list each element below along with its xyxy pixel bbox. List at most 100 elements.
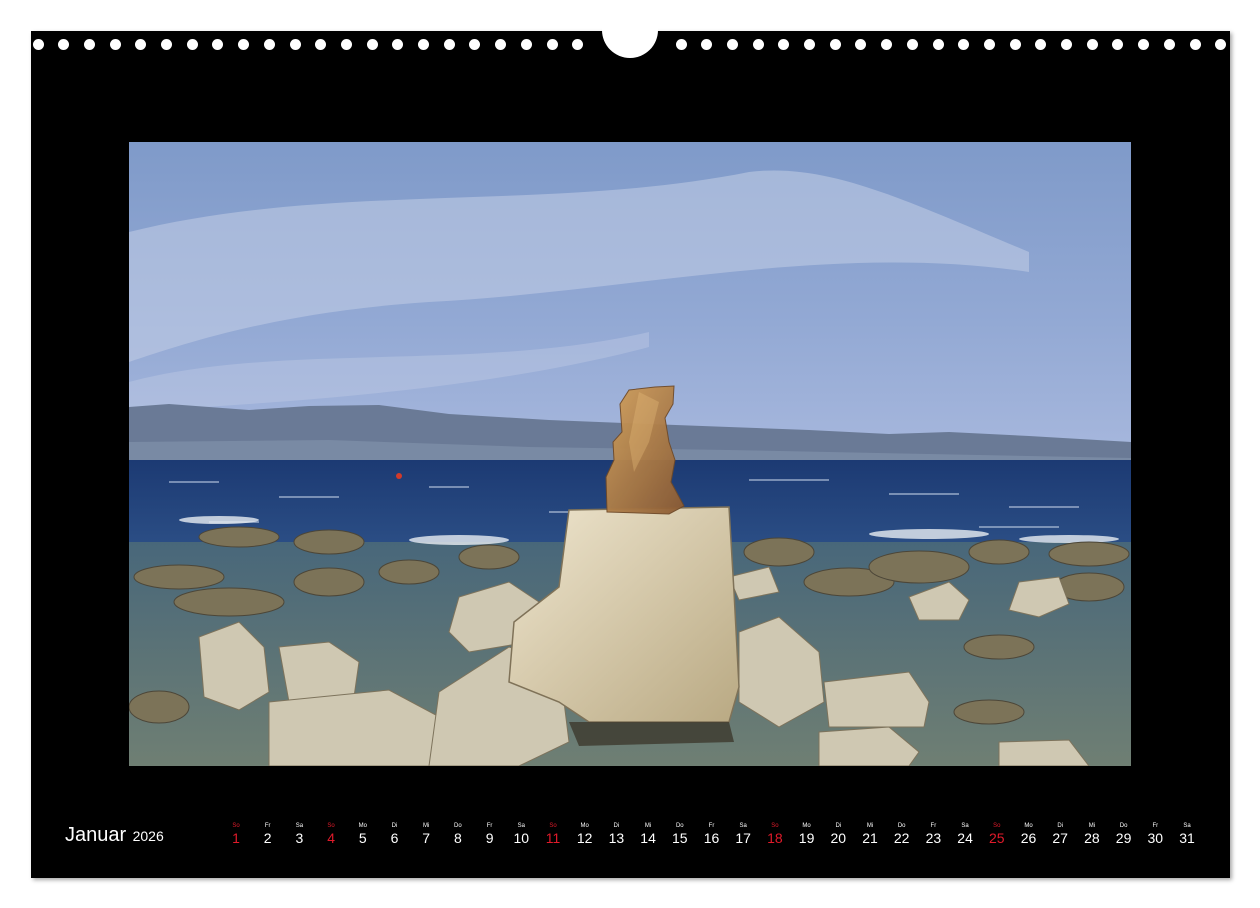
weekday-abbr: So: [327, 823, 335, 829]
hanger-cutout: [602, 28, 658, 58]
weekday-abbr: Di: [1057, 823, 1064, 829]
calendar-day: Mo 12: [570, 822, 600, 846]
day-number: 6: [390, 830, 399, 846]
binding-hole: [572, 39, 584, 50]
day-number: 18: [767, 830, 783, 846]
weekday-abbr: Mi: [423, 823, 430, 829]
calendar-photo: [129, 142, 1131, 766]
day-number: 9: [485, 830, 494, 846]
calendar-day: Mi 14: [633, 822, 663, 846]
weekday-abbr: So: [771, 823, 779, 829]
month-year: 2026: [132, 828, 164, 844]
weekday-abbr: Do: [454, 823, 462, 829]
binding-hole: [1009, 39, 1021, 50]
calendar-day: Fr 30: [1140, 822, 1170, 846]
binding-hole: [340, 39, 352, 50]
day-number: 22: [893, 830, 910, 846]
weekday-abbr: Sa: [961, 823, 969, 829]
day-number: 15: [672, 830, 688, 846]
weekday-abbr: Mo: [358, 823, 367, 829]
day-number: 7: [422, 830, 431, 846]
binding-hole: [958, 39, 970, 50]
weekday-abbr: Mo: [802, 823, 811, 829]
seascape-photo: [129, 142, 1131, 766]
weekday-abbr: Sa: [739, 823, 747, 829]
day-number: 29: [1115, 830, 1132, 846]
calendar-day: Do 8: [443, 822, 473, 846]
binding-hole: [701, 39, 713, 50]
calendar-day: Fr 2: [253, 822, 283, 846]
calendar-day: Sa 24: [950, 822, 980, 846]
month-name: Januar: [65, 824, 127, 846]
calendar-day: Mi 21: [855, 822, 885, 846]
calendar-day: Mi 7: [411, 822, 441, 846]
calendar-day: Sa 17: [728, 822, 758, 846]
binding-hole: [469, 39, 481, 50]
calendar-day: Do 15: [665, 822, 695, 846]
day-number: 27: [1052, 830, 1068, 846]
weekday-abbr: Do: [897, 823, 906, 829]
day-number: 2: [263, 830, 272, 846]
day-number: 13: [608, 830, 625, 846]
day-number: 3: [295, 830, 304, 846]
day-number: 12: [576, 830, 593, 846]
binding-hole: [1112, 39, 1124, 50]
day-number: 23: [925, 830, 942, 846]
binding-hole: [443, 39, 455, 50]
binding-hole: [906, 39, 918, 50]
binding-hole: [83, 39, 95, 50]
weekday-abbr: Do: [675, 823, 684, 829]
day-number: 1: [232, 830, 240, 846]
weekday-abbr: Sa: [295, 823, 304, 829]
binding-hole: [829, 39, 841, 50]
weekday-abbr: Mi: [1088, 823, 1096, 829]
calendar-day: Sa 10: [506, 822, 536, 846]
binding-hole: [1189, 39, 1201, 50]
weekday-abbr: So: [993, 823, 1001, 829]
binding-hole: [932, 39, 944, 50]
day-number: 26: [1020, 830, 1037, 846]
day-number: 5: [358, 830, 367, 846]
weekday-abbr: Mi: [866, 823, 874, 829]
binding-hole: [752, 39, 764, 50]
weekday-abbr: Mo: [1024, 823, 1033, 829]
weekday-abbr: So: [232, 823, 240, 829]
binding-hole: [238, 39, 250, 50]
binding-hole: [726, 39, 738, 50]
calendar-day: Mi 28: [1077, 822, 1107, 846]
calendar-day: Di 13: [601, 822, 631, 846]
binding-hole: [135, 39, 147, 50]
binding-hole: [881, 39, 893, 50]
day-number: 24: [957, 830, 973, 846]
weekday-abbr: Di: [613, 823, 620, 829]
day-number: 4: [327, 830, 335, 846]
binding-hole: [1086, 39, 1098, 50]
binding-hole: [1035, 39, 1047, 50]
calendar-day: So 11: [538, 822, 568, 846]
binding-hole: [186, 39, 198, 50]
binding-hole: [1163, 39, 1175, 50]
binding-hole: [315, 39, 327, 50]
binding-hole: [520, 39, 532, 50]
binding-hole: [58, 39, 70, 50]
weekday-abbr: So: [549, 823, 557, 829]
calendar-day: Fr 9: [475, 822, 505, 846]
day-number: 25: [989, 830, 1005, 846]
calendar-day: Mo 26: [1014, 822, 1044, 846]
binding-hole: [983, 39, 995, 50]
calendar-day: Mo 19: [792, 822, 822, 846]
calendar-day: Mo 5: [348, 822, 378, 846]
day-number: 8: [453, 830, 462, 846]
calendar-day: Do 22: [887, 822, 917, 846]
binding-hole: [1061, 39, 1072, 50]
binding-hole: [778, 39, 790, 50]
binding-hole: [1138, 39, 1150, 50]
day-number: 21: [862, 830, 878, 846]
weekday-abbr: Mi: [644, 823, 652, 829]
weekday-abbr: Di: [391, 823, 398, 829]
calendar-day: So 4: [316, 822, 346, 846]
weekday-abbr: Fr: [930, 823, 937, 829]
binding-hole: [392, 39, 404, 50]
day-number: 16: [703, 830, 720, 846]
binding-hole: [109, 39, 121, 50]
